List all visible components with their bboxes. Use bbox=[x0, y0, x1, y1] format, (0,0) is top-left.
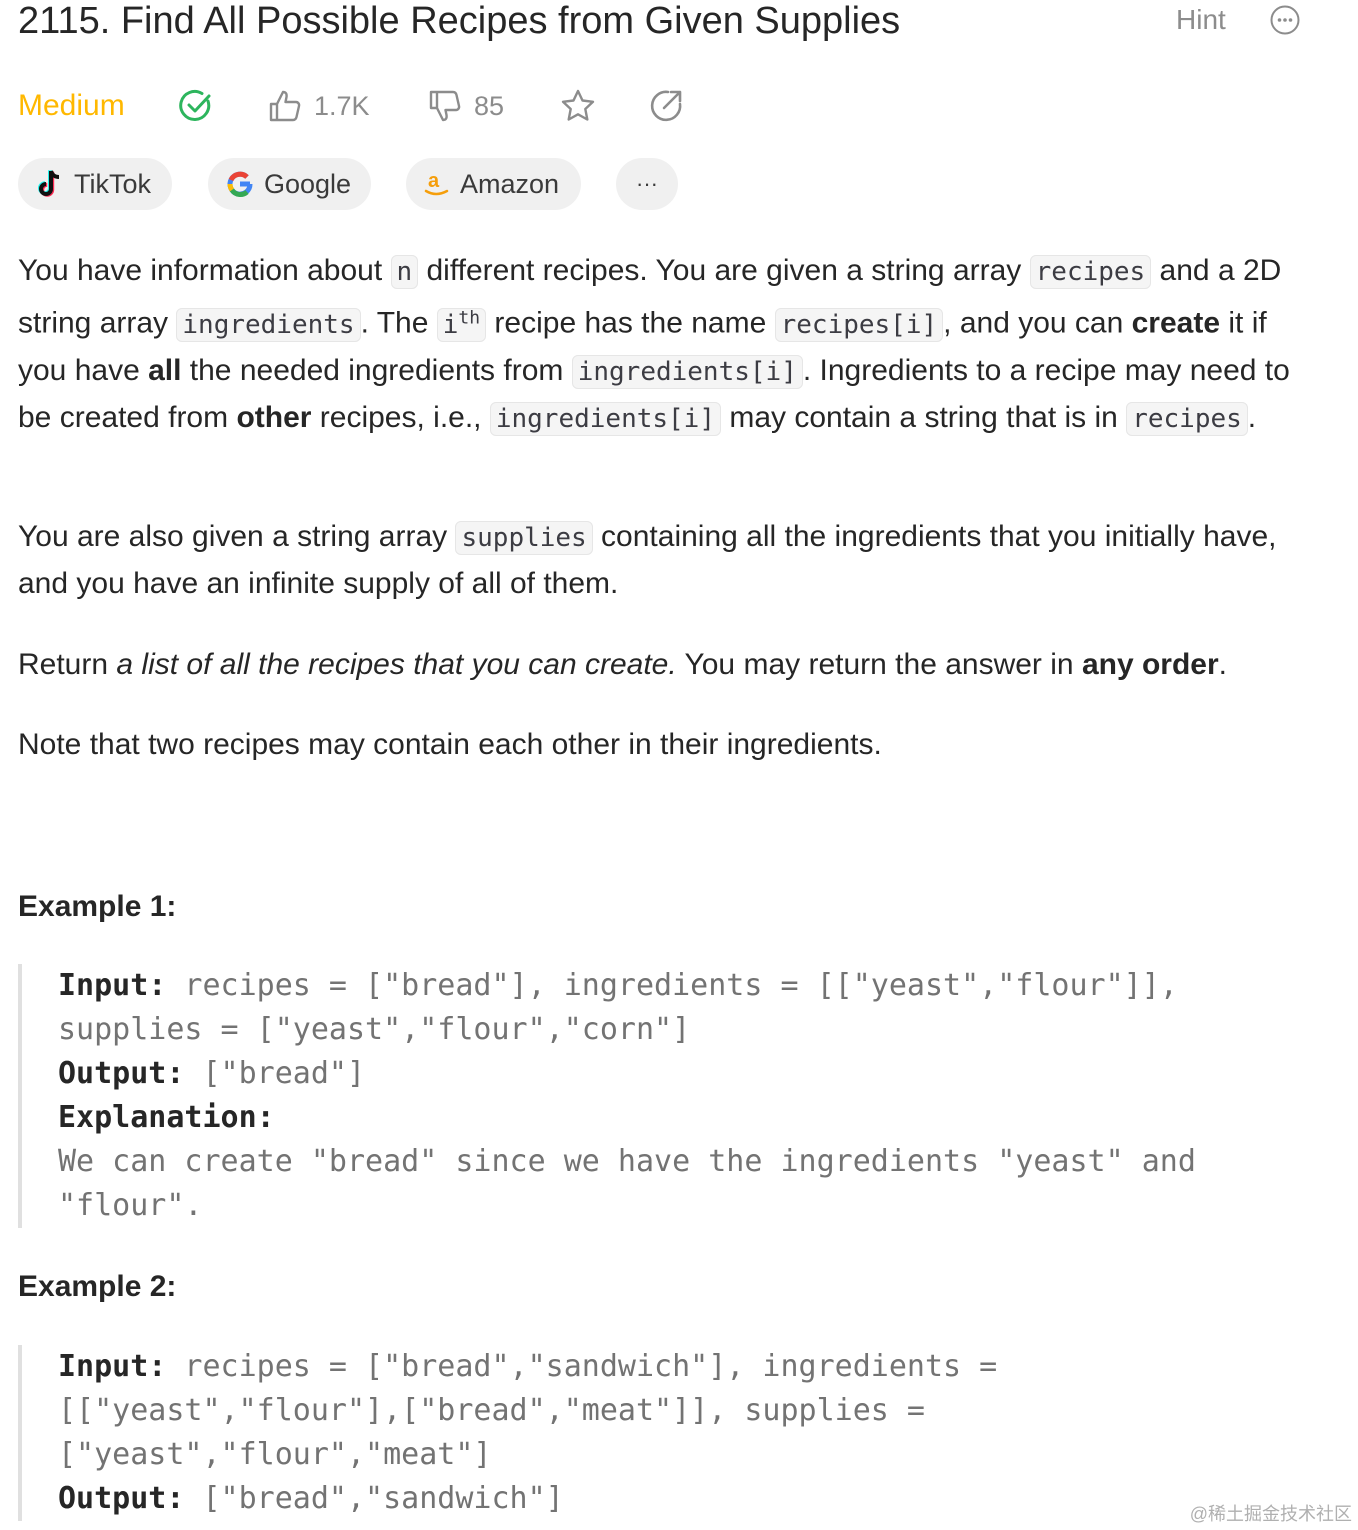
more-options-icon[interactable] bbox=[1270, 5, 1300, 35]
like-button[interactable]: 1.7K bbox=[268, 84, 370, 128]
example-1-block: Input: recipes = ["bread"], ingredients … bbox=[18, 964, 1308, 1228]
example-2-title: Example 2: bbox=[18, 1270, 177, 1303]
description-paragraph-4: Note that two recipes may contain each o… bbox=[18, 728, 882, 761]
tag-tiktok[interactable]: TikTok bbox=[18, 158, 172, 210]
tag-label: Amazon bbox=[460, 168, 560, 199]
tag-label: TikTok bbox=[74, 168, 152, 199]
tags-more-button[interactable]: ··· bbox=[616, 158, 678, 210]
solved-check-icon bbox=[178, 84, 214, 128]
svg-text:a: a bbox=[428, 170, 440, 192]
favorite-star-icon[interactable] bbox=[560, 84, 596, 128]
tag-google[interactable]: Google bbox=[208, 158, 371, 210]
thumbs-up-icon bbox=[269, 90, 301, 122]
tag-amazon[interactable]: a Amazon bbox=[406, 158, 581, 210]
google-icon bbox=[227, 171, 253, 198]
tiktok-icon bbox=[38, 170, 60, 197]
hint-button[interactable]: Hint bbox=[1176, 4, 1226, 36]
description-paragraph-3: Return a list of all the recipes that yo… bbox=[18, 648, 1227, 681]
dislike-button[interactable]: 85 bbox=[428, 84, 504, 128]
problem-meta-bar: Medium 1.7K 85 bbox=[18, 84, 918, 128]
like-count: 1.7K bbox=[314, 90, 370, 121]
share-icon[interactable] bbox=[648, 84, 684, 128]
dislike-count: 85 bbox=[474, 90, 505, 121]
tag-label: Google bbox=[264, 168, 352, 199]
more-icon: ··· bbox=[636, 171, 658, 196]
description-paragraph-2: You are also given a string array suppli… bbox=[18, 520, 1277, 600]
problem-title: 2115. Find All Possible Recipes from Giv… bbox=[18, 0, 901, 42]
watermark: @稀土掘金技术社区 bbox=[1189, 1504, 1352, 1524]
amazon-icon: a bbox=[424, 170, 449, 196]
difficulty-badge: Medium bbox=[18, 89, 125, 122]
example-2-block: Input: recipes = ["bread","sandwich"], i… bbox=[18, 1345, 1308, 1521]
example-1-title: Example 1: bbox=[18, 890, 177, 923]
thumbs-down-icon bbox=[429, 90, 461, 122]
description-paragraph-1: You have information about n different r… bbox=[18, 254, 1290, 436]
